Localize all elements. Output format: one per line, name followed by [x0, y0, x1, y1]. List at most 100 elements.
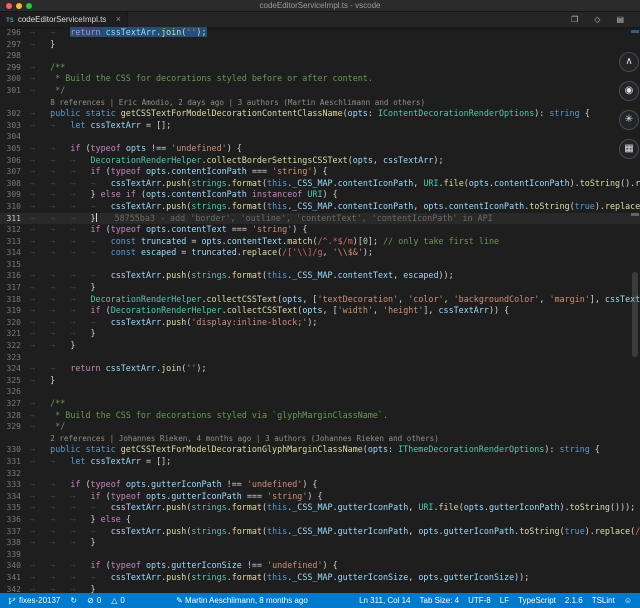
- overlay-grid-icon[interactable]: ▦: [619, 139, 639, 159]
- code-line[interactable]: 307→ → → if (typeof opts.contentIconPath…: [0, 166, 640, 178]
- code-line[interactable]: 337→ → → → cssTextArr.push(strings.forma…: [0, 526, 640, 538]
- code-line[interactable]: 321→ → → }: [0, 328, 640, 340]
- line-number[interactable]: 306: [0, 155, 30, 167]
- line-number[interactable]: 325: [0, 375, 30, 387]
- line-number[interactable]: 337: [0, 526, 30, 538]
- code-line[interactable]: 296→ → return cssTextArr.join('');: [0, 27, 640, 39]
- code-line[interactable]: 338→ → → }: [0, 537, 640, 549]
- code-line[interactable]: 326: [0, 386, 640, 398]
- code-line[interactable]: 308→ → → → cssTextArr.push(strings.forma…: [0, 178, 640, 190]
- codelens-line[interactable]: 8 references | Eric Amodio, 2 days ago |…: [0, 97, 640, 109]
- code-line[interactable]: 309→ → → } else if (opts.contentIconPath…: [0, 189, 640, 201]
- code-line[interactable]: 299→ /**: [0, 62, 640, 74]
- tab-code-editor-service-impl[interactable]: TS codeEditorServiceImpl.ts ×: [0, 12, 128, 27]
- code-line[interactable]: 314→ → → → const escaped = truncated.rep…: [0, 247, 640, 259]
- line-number[interactable]: 317: [0, 282, 30, 294]
- code-line[interactable]: 318→ → → DecorationRenderHelper.collectC…: [0, 294, 640, 306]
- code-line[interactable]: 319→ → → if (DecorationRenderHelper.coll…: [0, 305, 640, 317]
- window-zoom-button[interactable]: [26, 3, 32, 9]
- overlay-record-icon[interactable]: ◉: [619, 81, 639, 101]
- code-line[interactable]: 302→ public static getCSSTextForModelDec…: [0, 108, 640, 120]
- code-line[interactable]: 306→ → → DecorationRenderHelper.collectB…: [0, 155, 640, 167]
- tab-size-indicator[interactable]: Tab Size: 4: [420, 596, 460, 605]
- line-number[interactable]: 307: [0, 166, 30, 178]
- code-line[interactable]: 329→ */: [0, 421, 640, 433]
- code-line[interactable]: 313→ → → → const truncated = opts.conten…: [0, 236, 640, 248]
- line-number[interactable]: 321: [0, 328, 30, 340]
- line-number[interactable]: 296: [0, 27, 30, 39]
- code-line[interactable]: 332: [0, 468, 640, 480]
- line-number[interactable]: 298: [0, 50, 30, 62]
- code-line[interactable]: 311→ → → }58755ba3 - add 'border', 'outl…: [0, 213, 640, 225]
- line-number[interactable]: 340: [0, 560, 30, 572]
- line-number[interactable]: 300: [0, 73, 30, 85]
- code-editor[interactable]: 296→ → return cssTextArr.join('');297→ }…: [0, 27, 640, 593]
- line-number[interactable]: 305: [0, 143, 30, 155]
- feedback-smiley-icon[interactable]: ☺: [624, 596, 632, 605]
- code-line[interactable]: 336→ → → } else {: [0, 514, 640, 526]
- error-indicator[interactable]: ⊘ 0: [87, 596, 101, 605]
- language-indicator[interactable]: TypeScript: [518, 596, 556, 605]
- code-line[interactable]: 333→ → if (typeof opts.gutterIconPath !=…: [0, 479, 640, 491]
- sync-button[interactable]: ↻: [70, 596, 77, 605]
- line-number[interactable]: 310: [0, 201, 30, 213]
- line-number[interactable]: 320: [0, 317, 30, 329]
- line-number[interactable]: 319: [0, 305, 30, 317]
- line-number[interactable]: 313: [0, 236, 30, 248]
- code-line[interactable]: 324→ → return cssTextArr.join('');: [0, 363, 640, 375]
- code-line[interactable]: 330→ public static getCSSTextForModelDec…: [0, 444, 640, 456]
- line-number[interactable]: 303: [0, 120, 30, 132]
- line-number[interactable]: 331: [0, 456, 30, 468]
- line-number[interactable]: 308: [0, 178, 30, 190]
- warning-indicator[interactable]: △ 0: [111, 596, 125, 605]
- line-number[interactable]: 336: [0, 514, 30, 526]
- line-number[interactable]: 297: [0, 39, 30, 51]
- line-number[interactable]: 338: [0, 537, 30, 549]
- line-number[interactable]: 311: [0, 213, 30, 225]
- line-number[interactable]: 312: [0, 224, 30, 236]
- code-line[interactable]: 316→ → → → cssTextArr.push(strings.forma…: [0, 270, 640, 282]
- line-number[interactable]: 341: [0, 572, 30, 584]
- code-line[interactable]: 305→ → if (typeof opts !== 'undefined') …: [0, 143, 640, 155]
- code-line[interactable]: 298: [0, 50, 640, 62]
- window-close-button[interactable]: [6, 3, 12, 9]
- line-number[interactable]: 330: [0, 444, 30, 456]
- code-line[interactable]: 303→ → let cssTextArr = [];: [0, 120, 640, 132]
- tslint-indicator[interactable]: TSLint: [592, 596, 615, 605]
- eol-indicator[interactable]: LF: [500, 596, 509, 605]
- split-editor-icon[interactable]: ❐: [571, 15, 578, 24]
- close-tab-icon[interactable]: ×: [116, 15, 121, 24]
- line-number[interactable]: 326: [0, 386, 30, 398]
- code-line[interactable]: 297→ }: [0, 39, 640, 51]
- code-line[interactable]: 331→ → let cssTextArr = [];: [0, 456, 640, 468]
- typescript-version-indicator[interactable]: 2.1.6: [565, 596, 583, 605]
- code-line[interactable]: 328→ * Build the CSS for decorations sty…: [0, 410, 640, 422]
- code-line[interactable]: 301→ */: [0, 85, 640, 97]
- line-number[interactable]: 332: [0, 468, 30, 480]
- git-blame-status[interactable]: ✎ Martin Aeschlimann, 8 months ago: [125, 596, 359, 605]
- code-line[interactable]: 304: [0, 131, 640, 143]
- code-line[interactable]: 320→ → → → cssTextArr.push('display:inli…: [0, 317, 640, 329]
- line-number[interactable]: 335: [0, 502, 30, 514]
- code-line[interactable]: 315: [0, 259, 640, 271]
- scrollbar-thumb[interactable]: [632, 272, 638, 357]
- line-number[interactable]: 302: [0, 108, 30, 120]
- cursor-position-indicator[interactable]: Ln 311, Col 14: [359, 596, 410, 605]
- line-number[interactable]: 299: [0, 62, 30, 74]
- code-line[interactable]: 300→ * Build the CSS for decorations sty…: [0, 73, 640, 85]
- line-number[interactable]: 327: [0, 398, 30, 410]
- code-line[interactable]: 323: [0, 352, 640, 364]
- open-preview-icon[interactable]: ▤: [616, 15, 624, 24]
- line-number[interactable]: 318: [0, 294, 30, 306]
- window-minimize-button[interactable]: [16, 3, 22, 9]
- code-line[interactable]: 327→ /**: [0, 398, 640, 410]
- code-line[interactable]: 340→ → → if (typeof opts.gutterIconSize …: [0, 560, 640, 572]
- codelens-line[interactable]: 2 references | Johannes Rieken, 4 months…: [0, 433, 640, 445]
- code-line[interactable]: 322→ → }: [0, 340, 640, 352]
- line-number[interactable]: 316: [0, 270, 30, 282]
- code-line[interactable]: 334→ → → if (typeof opts.gutterIconPath …: [0, 491, 640, 503]
- overlay-settings-icon[interactable]: ✳: [619, 110, 639, 130]
- encoding-indicator[interactable]: UTF-8: [468, 596, 491, 605]
- line-number[interactable]: 322: [0, 340, 30, 352]
- code-line[interactable]: 342→ → → }: [0, 584, 640, 594]
